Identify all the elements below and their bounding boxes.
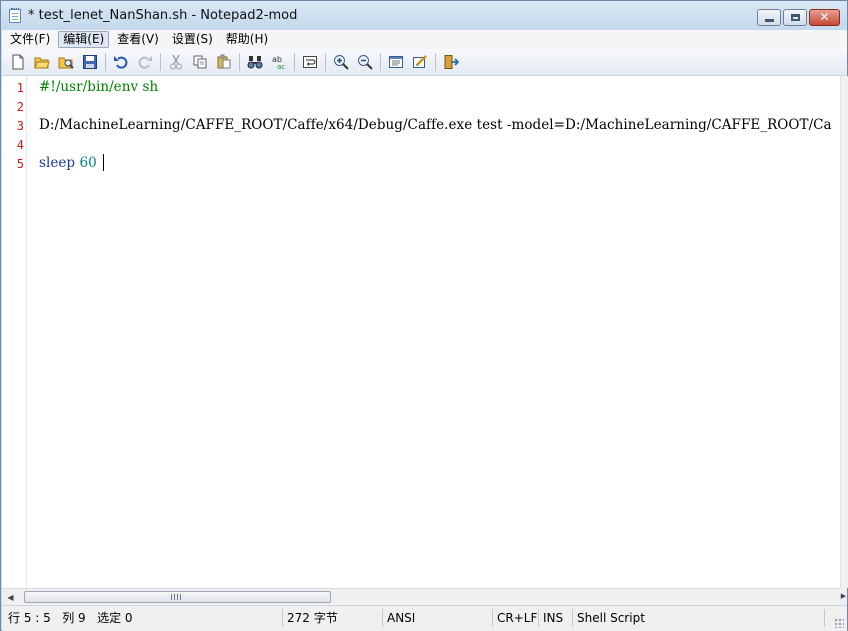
vertical-scrollbar[interactable] xyxy=(840,76,848,588)
status-position[interactable]: 行 5 : 5 列 9 选定 0 xyxy=(8,609,133,627)
copy-button[interactable] xyxy=(190,52,210,72)
view-icon xyxy=(389,56,403,68)
minimize-icon xyxy=(765,19,774,22)
redo-button[interactable] xyxy=(135,52,155,72)
exit-button[interactable] xyxy=(441,52,461,72)
zoom-in-icon xyxy=(334,55,349,70)
window-controls: ✕ xyxy=(757,9,840,26)
status-divider xyxy=(538,609,539,627)
status-divider xyxy=(492,609,493,627)
scrollbar-corner: ▶ xyxy=(840,588,847,605)
app-window: * test_lenet_NanShan.sh - Notepad2-mod ✕… xyxy=(0,0,848,631)
toolbar-separator xyxy=(160,53,161,71)
status-divider xyxy=(282,609,283,627)
resize-grip-icon[interactable] xyxy=(834,618,844,628)
horizontal-scrollbar[interactable]: ◀ xyxy=(2,588,840,606)
save-button[interactable] xyxy=(80,52,100,72)
menu-view[interactable]: 查看(V) xyxy=(112,31,164,48)
window-title: * test_lenet_NanShan.sh - Notepad2-mod xyxy=(28,8,298,23)
toolbar-separator xyxy=(380,53,381,71)
browse-icon xyxy=(58,57,74,69)
close-icon: ✕ xyxy=(819,10,830,24)
toolbar: ab ac xyxy=(2,49,847,76)
status-divider xyxy=(572,609,573,627)
text-caret xyxy=(103,154,104,171)
browse-button[interactable] xyxy=(56,52,76,72)
cut-button[interactable] xyxy=(166,52,186,72)
toolbar-separator xyxy=(435,53,436,71)
line-number: 5 xyxy=(16,157,24,171)
maximize-button[interactable] xyxy=(783,9,807,26)
status-lexer[interactable]: Shell Script xyxy=(577,609,645,627)
code-line-shebang: #!/usr/bin/env sh xyxy=(39,79,159,95)
line-number: 2 xyxy=(16,100,24,114)
line-number-gutter: 1 2 3 4 5 xyxy=(2,76,27,588)
menu-help[interactable]: 帮助(H) xyxy=(221,31,273,48)
toolbar-separator xyxy=(325,53,326,71)
status-line-ending[interactable]: CR+LF xyxy=(497,609,537,627)
copy-icon xyxy=(193,55,207,69)
status-divider xyxy=(382,609,383,627)
find-button[interactable] xyxy=(245,52,265,72)
toolbar-separator xyxy=(294,53,295,71)
zoom-out-button[interactable] xyxy=(355,52,375,72)
redo-icon xyxy=(138,56,152,69)
word-wrap-icon xyxy=(303,56,317,68)
status-insert-mode[interactable]: INS xyxy=(543,609,563,627)
open-button[interactable] xyxy=(32,52,52,72)
status-divider xyxy=(824,609,825,627)
status-encoding[interactable]: ANSI xyxy=(387,609,415,627)
menu-file[interactable]: 文件(F) xyxy=(5,31,55,48)
status-bar: 行 5 : 5 列 9 选定 0 272 字节 ANSI CR+LF INS S… xyxy=(2,605,847,631)
grip-icon xyxy=(171,594,181,600)
status-file-size: 272 字节 xyxy=(287,611,338,625)
new-file-button[interactable] xyxy=(8,52,28,72)
word-wrap-button[interactable] xyxy=(300,52,320,72)
paste-icon xyxy=(217,54,231,69)
edit-settings-icon xyxy=(413,55,427,68)
new-file-icon xyxy=(12,54,24,70)
code-line-command: D:/MachineLearning/CAFFE_ROOT/Caffe/x64/… xyxy=(39,117,832,133)
horizontal-scroll-thumb[interactable] xyxy=(24,591,331,603)
menu-bar: 文件(F) 编辑(E) 查看(V) 设置(S) 帮助(H) xyxy=(2,30,847,49)
replace-icon: abac xyxy=(272,55,285,70)
maximize-icon xyxy=(791,14,800,21)
replace-button[interactable]: ab ac xyxy=(269,52,289,72)
scroll-right-icon[interactable]: ▶ xyxy=(840,588,847,605)
menu-settings[interactable]: 设置(S) xyxy=(167,31,218,48)
view-button[interactable] xyxy=(386,52,406,72)
line-number: 1 xyxy=(16,81,24,95)
svg-text:ac: ac xyxy=(277,63,285,70)
line-number: 3 xyxy=(16,119,24,133)
scroll-left-icon[interactable]: ◀ xyxy=(2,589,19,606)
editor-area[interactable]: 1 2 3 4 5 #!/usr/bin/env sh D:/MachineLe… xyxy=(2,76,840,588)
notepad-app-icon[interactable] xyxy=(9,8,21,23)
minimize-button[interactable] xyxy=(757,9,781,26)
zoom-out-icon xyxy=(358,55,373,70)
paste-button[interactable] xyxy=(214,52,234,72)
toolbar-separator xyxy=(105,53,106,71)
menu-edit[interactable]: 编辑(E) xyxy=(58,31,110,48)
exit-icon xyxy=(444,55,459,69)
save-icon xyxy=(83,55,97,69)
undo-button[interactable] xyxy=(111,52,131,72)
keyword-token: sleep xyxy=(39,155,76,171)
undo-icon xyxy=(114,56,128,69)
zoom-in-button[interactable] xyxy=(331,52,351,72)
title-bar[interactable]: * test_lenet_NanShan.sh - Notepad2-mod ✕ xyxy=(1,1,847,30)
edit-settings-button[interactable] xyxy=(410,52,430,72)
number-token: 60 xyxy=(79,155,97,171)
find-icon xyxy=(247,56,263,69)
line-number: 4 xyxy=(16,138,24,152)
code-line-sleep: sleep 60 xyxy=(39,155,97,171)
open-folder-icon xyxy=(34,57,50,69)
cut-icon xyxy=(170,54,182,70)
close-button[interactable]: ✕ xyxy=(809,9,840,26)
toolbar-separator xyxy=(239,53,240,71)
